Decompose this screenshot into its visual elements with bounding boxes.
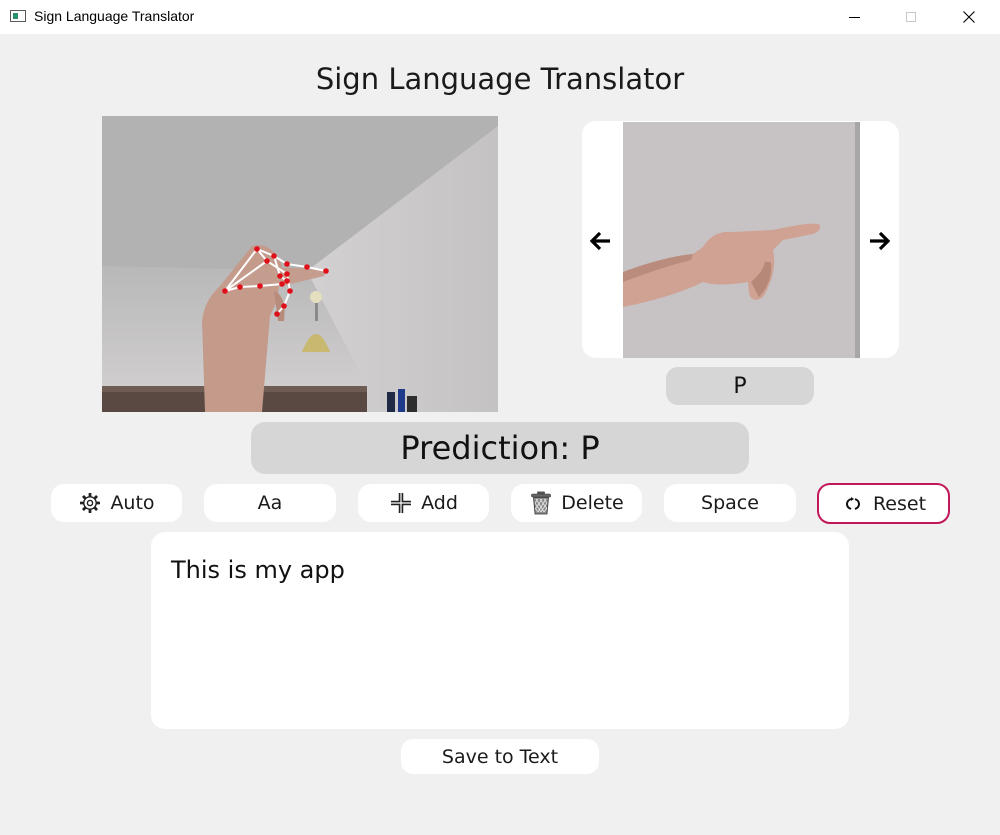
- page-title: Sign Language Translator: [315, 62, 685, 96]
- save-label: Save to Text: [441, 745, 559, 768]
- minimize-button[interactable]: [831, 0, 877, 34]
- next-sign-button[interactable]: [865, 228, 895, 254]
- maximize-button[interactable]: [888, 0, 934, 34]
- case-label: Aa: [257, 492, 283, 514]
- close-button[interactable]: [946, 0, 992, 34]
- arrow-left-icon: [589, 231, 610, 251]
- save-to-text-button[interactable]: Save to Text: [401, 739, 599, 774]
- add-button[interactable]: Add: [358, 484, 489, 522]
- prediction-display: Prediction: P: [251, 422, 749, 474]
- arrow-right-icon: [870, 231, 891, 251]
- auto-label: Auto: [110, 492, 155, 514]
- delete-button[interactable]: Delete: [511, 484, 642, 522]
- previous-sign-button[interactable]: [585, 228, 615, 254]
- output-textarea[interactable]: This is my app: [151, 532, 849, 729]
- reference-panel: [582, 121, 899, 358]
- title-bar: Sign Language Translator: [0, 0, 1000, 34]
- case-toggle-button[interactable]: Aa: [204, 484, 336, 522]
- reference-sign-image: [623, 122, 860, 358]
- auto-button[interactable]: Auto: [51, 484, 182, 522]
- gear-icon: [78, 491, 102, 515]
- reset-label: Reset: [872, 492, 927, 515]
- reference-letter: P: [666, 367, 814, 405]
- output-text: This is my app: [171, 556, 345, 584]
- add-label: Add: [421, 492, 458, 514]
- delete-label: Delete: [561, 492, 624, 514]
- window-title: Sign Language Translator: [34, 8, 195, 24]
- space-button[interactable]: Space: [664, 484, 796, 522]
- space-label: Space: [701, 492, 759, 514]
- plus-icon: [389, 491, 413, 515]
- maximize-icon: [906, 12, 916, 22]
- reset-button[interactable]: Reset: [817, 483, 950, 524]
- minimize-icon: [848, 16, 860, 18]
- reset-icon: [841, 492, 865, 516]
- camera-feed: [102, 116, 498, 412]
- trash-icon: [529, 491, 553, 515]
- app-icon: [10, 10, 26, 22]
- close-icon: [963, 11, 975, 23]
